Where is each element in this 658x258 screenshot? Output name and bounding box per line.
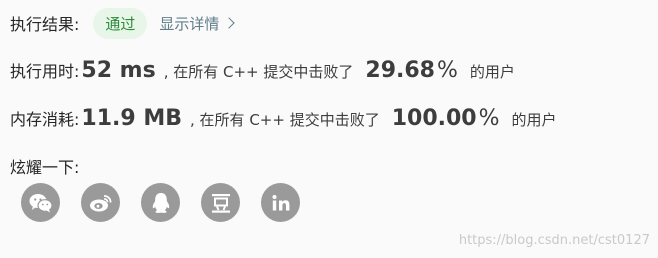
runtime-suffix: 的用户 — [469, 63, 515, 81]
watermark: https://blog.csdn.net/cst0127 — [458, 233, 650, 248]
wechat-share-button[interactable] — [21, 183, 60, 222]
douban-icon — [211, 193, 230, 213]
memory-value: 11.9 MB — [81, 106, 183, 131]
runtime-percent: 29.68 — [365, 58, 435, 83]
memory-percent-sign: % — [478, 106, 500, 131]
qq-icon — [152, 192, 169, 213]
weibo-share-button[interactable] — [81, 183, 120, 222]
share-label: 炫耀一下: — [10, 158, 80, 177]
show-details-label: 显示详情 — [159, 14, 220, 33]
runtime-value: 52 ms — [81, 58, 156, 83]
memory-label: 内存消耗: — [10, 110, 80, 129]
share-row: 炫耀一下: — [10, 154, 79, 178]
chevron-right-icon — [223, 17, 236, 29]
linkedin-icon — [272, 194, 289, 210]
runtime-beat-text: , 在所有 C++ 提交中击败了 — [163, 63, 354, 81]
qq-share-button[interactable] — [141, 183, 180, 222]
memory-percent: 100.00 — [391, 106, 477, 131]
memory-row: 内存消耗: 11.9 MB , 在所有 C++ 提交中击败了 100.00% 的… — [10, 106, 557, 131]
douban-share-button[interactable] — [201, 183, 240, 222]
linkedin-share-button[interactable] — [261, 183, 300, 222]
share-icons — [21, 183, 300, 222]
weibo-icon — [89, 194, 111, 211]
submission-result-panel: 执行结果: 通过 显示详情 执行用时: 52 ms , 在所有 C++ 提交中击… — [0, 0, 658, 258]
result-label: 执行结果: — [10, 15, 80, 34]
wechat-icon — [29, 193, 53, 212]
memory-suffix: 的用户 — [511, 111, 557, 129]
show-details-link[interactable]: 显示详情 — [159, 13, 236, 34]
runtime-label: 执行用时: — [10, 62, 80, 81]
runtime-row: 执行用时: 52 ms , 在所有 C++ 提交中击败了 29.68% 的用户 — [10, 58, 515, 83]
result-row: 执行结果: 通过 显示详情 — [10, 7, 236, 39]
runtime-percent-sign: % — [436, 58, 458, 83]
memory-beat-text: , 在所有 C++ 提交中击败了 — [190, 111, 380, 129]
status-badge: 通过 — [93, 7, 148, 39]
